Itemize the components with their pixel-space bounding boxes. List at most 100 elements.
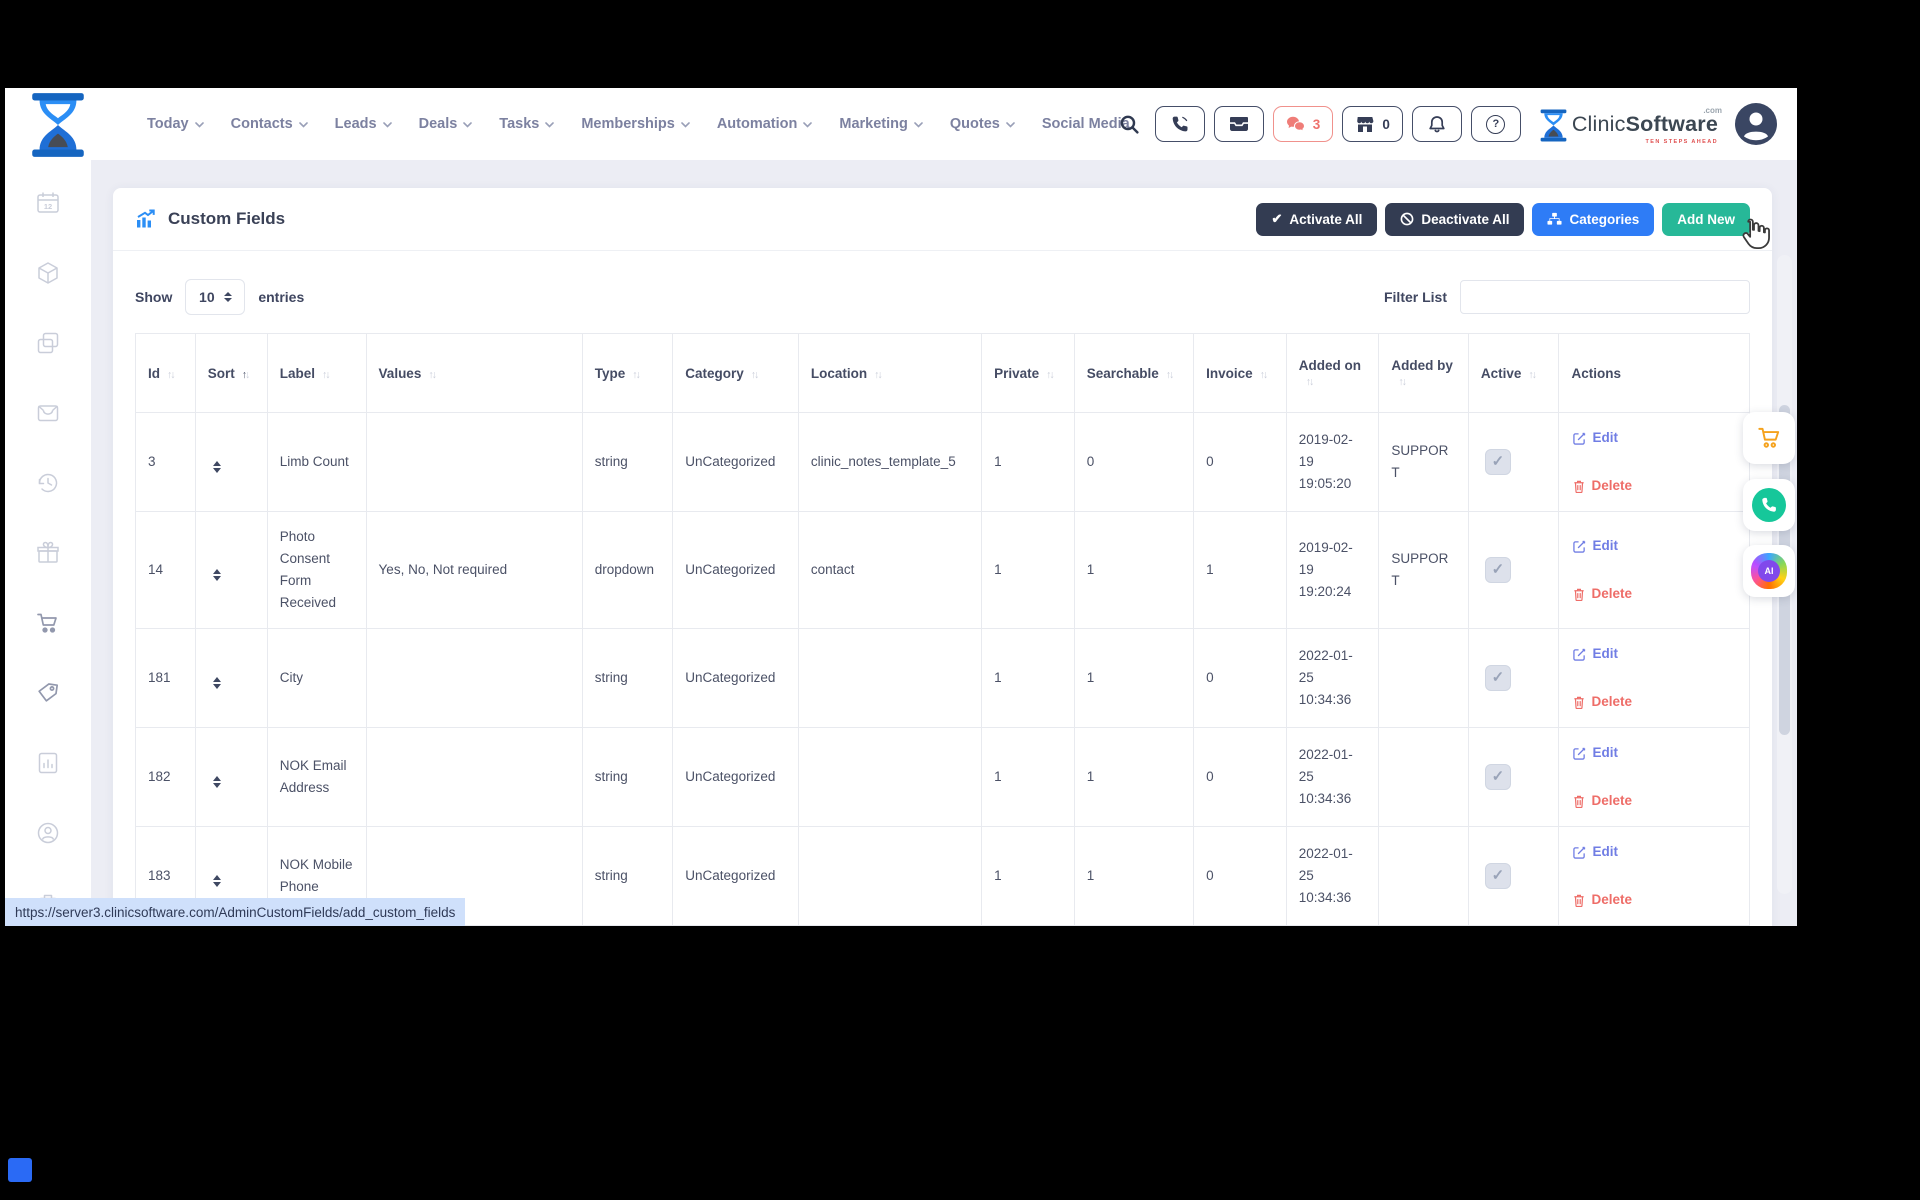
nav-item-leads[interactable]: Leads bbox=[335, 116, 392, 132]
column-header-private[interactable]: Private ↑↓ bbox=[981, 333, 1075, 413]
active-checkbox[interactable]: ✓ bbox=[1484, 764, 1511, 790]
active-checkbox[interactable]: ✓ bbox=[1484, 557, 1511, 583]
cell-invoice: 0 bbox=[1193, 628, 1287, 728]
cell-id: 182 bbox=[135, 727, 196, 827]
activate-all-button[interactable]: ✔ Activate All bbox=[1256, 202, 1378, 236]
delete-link[interactable]: Delete bbox=[1573, 691, 1737, 713]
nav-item-memberships[interactable]: Memberships bbox=[581, 116, 690, 132]
nav-item-deals[interactable]: Deals bbox=[419, 116, 473, 132]
inbox-button[interactable] bbox=[1213, 106, 1264, 142]
edit-link[interactable]: Edit bbox=[1573, 535, 1737, 557]
column-header-added_by[interactable]: Added by↑↓ bbox=[1378, 333, 1469, 413]
floating-cart-button[interactable] bbox=[1743, 412, 1795, 464]
sort-icons: ↑↓ bbox=[241, 368, 251, 381]
package-icon[interactable] bbox=[35, 260, 61, 291]
nav-item-automation[interactable]: Automation bbox=[717, 116, 813, 132]
add-new-button[interactable]: Add New bbox=[1662, 202, 1750, 236]
cell-added-on: 2022-01-25 10:34:36 bbox=[1285, 826, 1380, 926]
drag-handle-icon[interactable] bbox=[212, 776, 221, 788]
cell-actions: Edit Delete bbox=[1558, 511, 1750, 629]
trash-icon bbox=[1574, 588, 1585, 601]
drag-handle-icon[interactable] bbox=[212, 677, 221, 689]
delete-link[interactable]: Delete bbox=[1573, 790, 1737, 812]
sort-icons: ↑↓ bbox=[632, 368, 641, 381]
active-checkbox[interactable]: ✓ bbox=[1484, 449, 1511, 475]
phone-button[interactable] bbox=[1154, 106, 1205, 142]
sort-icons: ↑↓ bbox=[1165, 368, 1175, 381]
cell-values bbox=[365, 727, 583, 827]
clinicsoftware-logo-icon[interactable] bbox=[31, 93, 85, 162]
floating-ai-button[interactable]: AI bbox=[1743, 545, 1795, 597]
column-header-added_on[interactable]: Added on↑↓ bbox=[1285, 333, 1380, 413]
gift-icon[interactable] bbox=[35, 540, 61, 571]
search-icon[interactable] bbox=[1119, 114, 1140, 135]
tray-icon[interactable] bbox=[35, 400, 61, 431]
deactivate-all-button[interactable]: Deactivate All bbox=[1385, 202, 1525, 236]
column-header-type[interactable]: Type ↑↓ bbox=[581, 333, 674, 413]
delete-link[interactable]: Delete bbox=[1573, 475, 1737, 497]
column-header-active[interactable]: Active ↑↓ bbox=[1467, 333, 1560, 413]
nav-item-tasks[interactable]: Tasks bbox=[499, 116, 555, 132]
chat-button[interactable]: 3 bbox=[1272, 106, 1334, 142]
edit-link[interactable]: Edit bbox=[1573, 841, 1737, 863]
active-checkbox[interactable]: ✓ bbox=[1484, 665, 1511, 691]
check-icon: ✓ bbox=[1491, 453, 1505, 470]
store-button[interactable]: 0 bbox=[1342, 106, 1403, 142]
table-body: 3 Limb Count string UnCategorized clinic… bbox=[135, 412, 1750, 926]
column-header-category[interactable]: Category ↑↓ bbox=[672, 333, 799, 413]
column-header-label[interactable]: Label ↑↓ bbox=[266, 333, 367, 413]
history-icon[interactable] bbox=[35, 470, 61, 501]
active-checkbox[interactable]: ✓ bbox=[1484, 863, 1511, 889]
nav-item-today[interactable]: Today bbox=[147, 116, 204, 132]
entries-select[interactable]: 10 bbox=[185, 279, 246, 315]
column-header-id[interactable]: Id ↑↓ bbox=[135, 333, 196, 413]
cart-icon[interactable] bbox=[35, 610, 61, 641]
edit-link[interactable]: Edit bbox=[1573, 742, 1737, 764]
edit-icon bbox=[1573, 540, 1586, 553]
nav-item-quotes[interactable]: Quotes bbox=[950, 116, 1015, 132]
cell-searchable: 1 bbox=[1073, 628, 1195, 728]
cell-location: contact bbox=[797, 511, 983, 629]
taskbar-item[interactable] bbox=[8, 1158, 32, 1182]
sort-icons: ↑↓ bbox=[167, 368, 176, 381]
chart-icon bbox=[137, 209, 155, 228]
ban-icon bbox=[1401, 212, 1414, 226]
store-icon bbox=[1357, 116, 1374, 132]
report-icon[interactable] bbox=[35, 750, 61, 781]
nav-item-contacts[interactable]: Contacts bbox=[231, 116, 308, 132]
help-button[interactable]: ? bbox=[1470, 106, 1521, 142]
cell-active: ✓ bbox=[1467, 511, 1560, 629]
user-avatar[interactable] bbox=[1735, 103, 1777, 145]
cell-added-by: SUPPORT bbox=[1378, 412, 1469, 512]
delete-link[interactable]: Delete bbox=[1573, 889, 1737, 911]
column-header-searchable[interactable]: Searchable ↑↓ bbox=[1073, 333, 1195, 413]
cell-added-on: 2022-01-25 10:34:36 bbox=[1285, 628, 1380, 728]
column-header-values[interactable]: Values ↑↓ bbox=[365, 333, 583, 413]
cell-location bbox=[797, 628, 983, 728]
floating-whatsapp-button[interactable] bbox=[1743, 479, 1795, 531]
nav-item-marketing[interactable]: Marketing bbox=[839, 116, 923, 132]
drag-handle-icon[interactable] bbox=[212, 875, 221, 887]
edit-link[interactable]: Edit bbox=[1573, 427, 1737, 449]
drag-handle-icon[interactable] bbox=[212, 461, 221, 473]
column-header-location[interactable]: Location ↑↓ bbox=[797, 333, 983, 413]
member-icon[interactable] bbox=[35, 820, 61, 851]
edit-link[interactable]: Edit bbox=[1573, 643, 1737, 665]
header-buttons: ✔ Activate All Deactivate All Categories… bbox=[1256, 202, 1750, 236]
entries-label: entries bbox=[258, 289, 305, 305]
table-row: 3 Limb Count string UnCategorized clinic… bbox=[135, 412, 1750, 512]
table-row: 182 NOK Email Address string UnCategoriz… bbox=[135, 727, 1750, 827]
drag-handle-icon[interactable] bbox=[212, 569, 221, 581]
column-header-sort[interactable]: Sort ↑↓ bbox=[194, 333, 268, 413]
column-header-actions[interactable]: Actions↑↓ bbox=[1558, 333, 1750, 413]
filter-input[interactable] bbox=[1460, 280, 1750, 314]
calendar-icon[interactable]: 12 bbox=[35, 190, 61, 221]
delete-link[interactable]: Delete bbox=[1573, 583, 1737, 605]
brand-logo[interactable]: ClinicSoftware .com TEN STEPS AHEAD bbox=[1540, 104, 1722, 145]
column-header-invoice[interactable]: Invoice ↑↓ bbox=[1193, 333, 1287, 413]
notifications-button[interactable] bbox=[1411, 106, 1462, 142]
nav-item-social-media[interactable]: Social Media bbox=[1042, 116, 1130, 132]
categories-button[interactable]: Categories bbox=[1532, 202, 1655, 236]
tag-icon[interactable] bbox=[35, 680, 61, 711]
copy-icon[interactable] bbox=[35, 330, 61, 361]
